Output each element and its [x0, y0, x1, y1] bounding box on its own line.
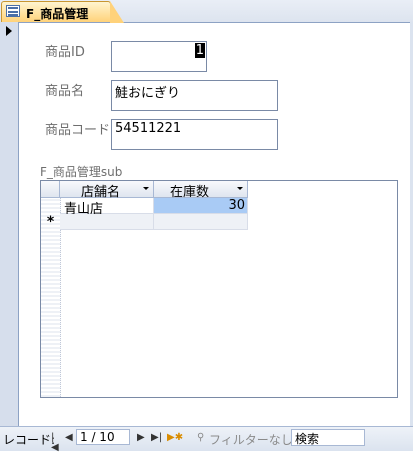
cell-stock[interactable]: 30: [154, 198, 248, 214]
form-tab[interactable]: F_商品管理: [1, 1, 124, 23]
first-record-icon[interactable]: |◀: [51, 433, 61, 453]
column-header-stock[interactable]: 在庫数: [154, 181, 248, 200]
subform-datasheet[interactable]: 店舗名 在庫数 青山店 30 *: [40, 180, 398, 398]
filter-icon: ⚲: [197, 432, 205, 443]
product-name-field[interactable]: 鮭おにぎり: [111, 80, 278, 111]
new-row-cell-stock[interactable]: [154, 214, 248, 230]
new-record-marker: *: [46, 214, 55, 230]
document-tab-strip: F_商品管理: [0, 0, 413, 23]
product-code-label: 商品コード: [45, 123, 111, 138]
new-record-icon[interactable]: ▶✱: [167, 433, 183, 443]
product-code-field[interactable]: 54511221: [111, 119, 278, 150]
cell-store[interactable]: 青山店: [60, 198, 154, 217]
last-record-icon[interactable]: ▶|: [151, 433, 162, 443]
search-input[interactable]: 検索: [291, 429, 365, 446]
previous-record-icon[interactable]: ◀: [65, 433, 75, 443]
record-navigation-bar: レコード: |◀ ◀ 1 / 10 ▶ ▶| ▶✱ ⚲ フィルターなし 検索: [0, 426, 413, 453]
product-name-label: 商品名: [45, 84, 85, 99]
filter-status[interactable]: フィルターなし: [209, 431, 293, 448]
product-id-field[interactable]: 1: [111, 41, 207, 72]
form-tab-label: F_商品管理: [26, 7, 89, 21]
form-icon: [6, 5, 20, 17]
select-all-corner[interactable]: [41, 181, 60, 197]
chevron-down-icon[interactable]: [237, 187, 243, 190]
record-label: レコード:: [3, 433, 56, 447]
record-selector[interactable]: [0, 22, 19, 426]
product-id-label: 商品ID: [45, 45, 85, 60]
current-record-icon: [6, 26, 12, 36]
product-id-value: 1: [194, 43, 205, 58]
chevron-down-icon[interactable]: [143, 187, 149, 190]
subform-label: F_商品管理sub: [40, 165, 123, 179]
record-number-field[interactable]: 1 / 10: [76, 429, 130, 445]
new-row-cell-store[interactable]: [60, 214, 154, 230]
column-header-store[interactable]: 店舗名: [60, 181, 154, 200]
subform-header: 店舗名 在庫数: [41, 181, 248, 200]
divider: [18, 22, 19, 426]
next-record-icon[interactable]: ▶: [137, 433, 147, 443]
